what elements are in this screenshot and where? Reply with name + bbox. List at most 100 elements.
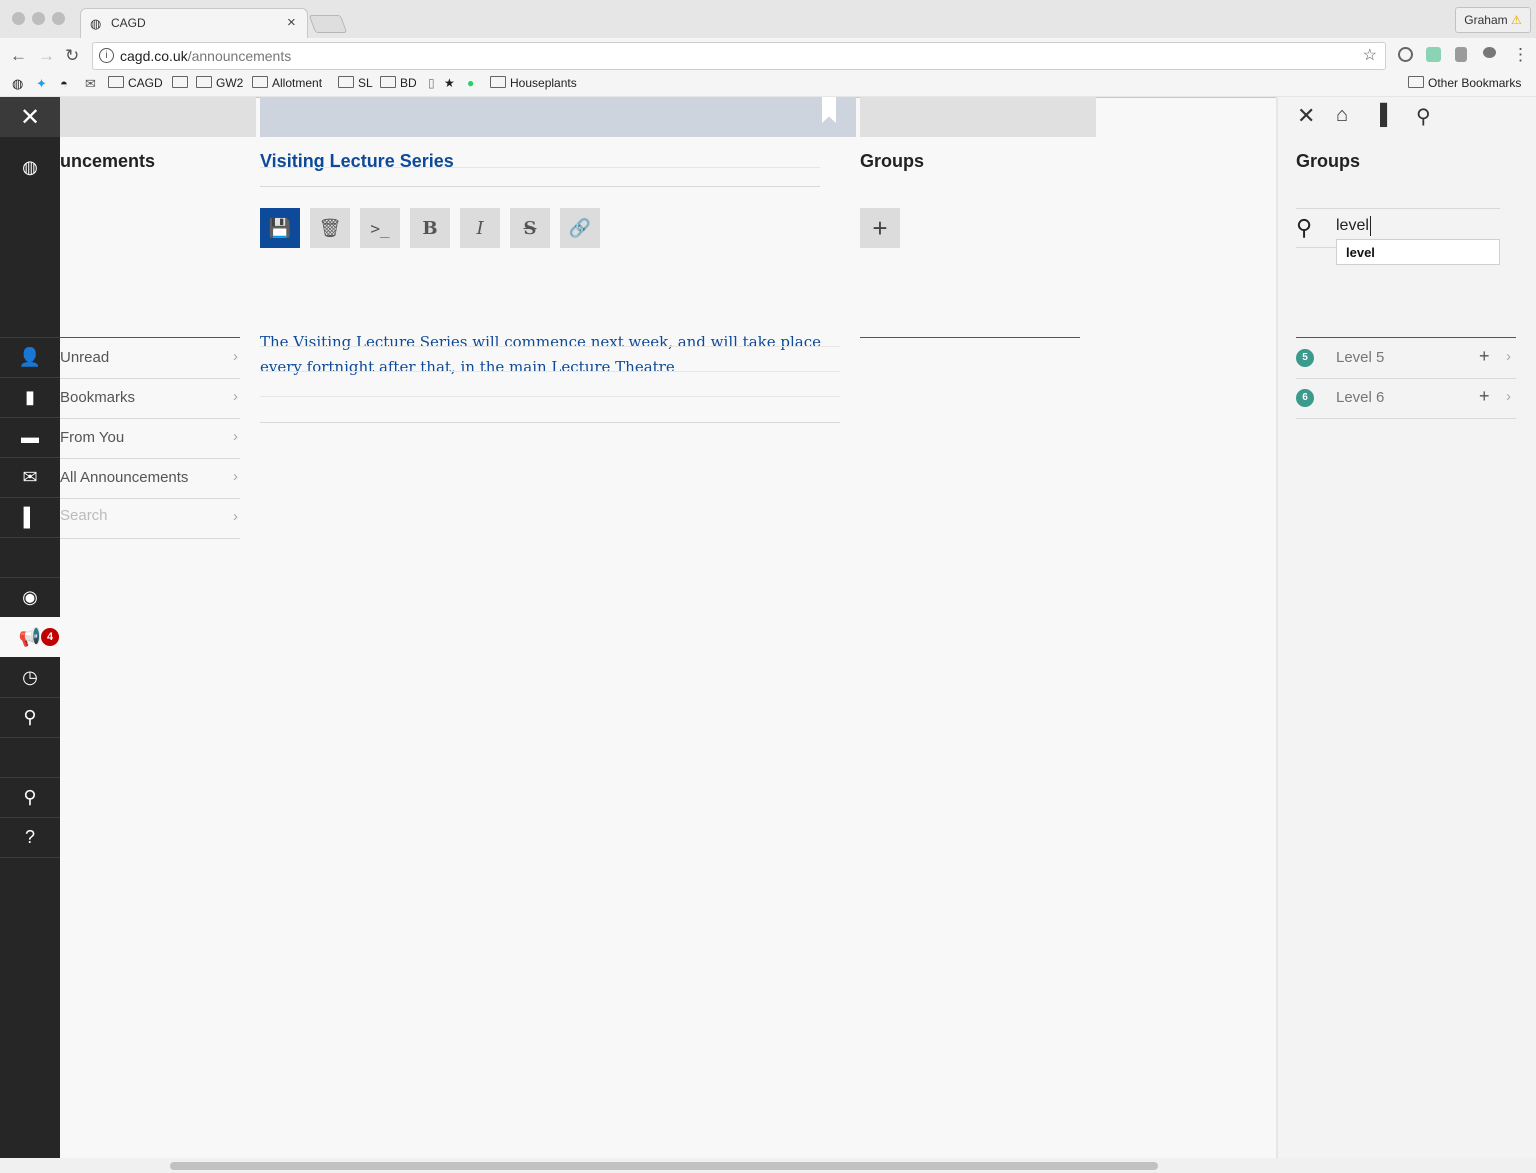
folder-icon — [380, 76, 396, 88]
info-icon[interactable]: i — [99, 48, 114, 63]
scrollbar-thumb[interactable] — [170, 1162, 1158, 1170]
link-button[interactable]: 🔗 — [560, 208, 600, 248]
forward-icon[interactable]: → — [38, 46, 55, 66]
clock-icon[interactable]: ◷ — [0, 657, 60, 697]
tab-close-icon[interactable]: × — [287, 14, 296, 31]
bookmark-icon[interactable]: ▌ — [0, 497, 60, 537]
group-number: 6 — [1296, 389, 1314, 407]
group-row-level-5[interactable]: 5 Level 5 + › — [1296, 338, 1516, 379]
menu-from-you[interactable]: From You › — [60, 418, 240, 459]
column-header-strip — [60, 97, 256, 137]
divider — [260, 396, 840, 397]
pin-icon[interactable]: ⚲ — [0, 697, 60, 737]
add-group-button[interactable]: + — [860, 208, 900, 248]
mail-icon[interactable]: ✉ — [0, 457, 60, 497]
bookmark-folder-cagd[interactable]: CAGD — [108, 76, 163, 90]
address-url: cagd.co.uk/announcements — [120, 48, 292, 64]
rail-divider — [0, 737, 60, 738]
bookmark-mail-icon[interactable]: ✉ — [85, 76, 96, 92]
close-icon[interactable]: ✕ — [0, 97, 60, 137]
browser-tab[interactable]: ◍ CAGD × — [80, 8, 308, 39]
extension-sync-icon[interactable] — [1398, 47, 1413, 62]
help-icon[interactable]: ? — [0, 817, 60, 857]
folder-icon — [338, 76, 354, 88]
bookmark-folder-bd[interactable]: BD — [380, 76, 417, 90]
divider — [860, 337, 1080, 338]
divider — [260, 186, 820, 187]
announcement-body[interactable]: The Visiting Lecture Series will commenc… — [260, 330, 840, 380]
folder-icon — [490, 76, 506, 88]
tab-title: CAGD — [111, 16, 146, 30]
chevron-right-icon[interactable]: › — [1506, 348, 1511, 365]
globe-icon[interactable]: ◉ — [0, 577, 60, 617]
group-row-level-6[interactable]: 6 Level 6 + › — [1296, 378, 1516, 419]
bookmark-site-icon[interactable]: ◍ — [12, 76, 23, 92]
bold-button[interactable]: B — [410, 208, 450, 248]
twitter-icon[interactable]: ✦ — [36, 76, 47, 92]
chevron-right-icon: › — [233, 468, 238, 485]
home-icon[interactable]: ⌂ — [1336, 104, 1348, 127]
divider — [260, 167, 820, 168]
chevron-right-icon[interactable]: › — [1506, 388, 1511, 405]
bookmark-folder-blank[interactable] — [172, 76, 192, 90]
profile-button[interactable]: Graham ⚠ — [1455, 7, 1531, 33]
bookmark-ribbon-icon[interactable] — [822, 97, 836, 123]
close-panel-icon[interactable]: ✕ — [1297, 103, 1315, 129]
save-button[interactable]: 💾 — [260, 208, 300, 248]
browser-chrome: ◍ CAGD × Graham ⚠ ← → ↻ i cagd.co.uk/ann… — [0, 0, 1536, 98]
bookmark-folder-sl[interactable]: SL — [338, 76, 373, 90]
menu-bookmarks[interactable]: Bookmarks › — [60, 378, 240, 419]
group-number: 5 — [1296, 349, 1314, 367]
bookmark-icon[interactable]: ▌ — [1380, 104, 1394, 127]
address-bar[interactable]: i cagd.co.uk/announcements ☆ — [92, 42, 1386, 70]
whatsapp-icon[interactable]: ● — [467, 76, 474, 90]
announcement-title[interactable]: Visiting Lecture Series — [260, 151, 454, 172]
horizontal-scrollbar[interactable] — [0, 1158, 1536, 1173]
bookmark-helmet-icon[interactable]: ◓ — [60, 76, 68, 91]
code-button[interactable]: >_ — [360, 208, 400, 248]
other-bookmarks[interactable]: Other Bookmarks — [1408, 76, 1521, 90]
reload-icon[interactable]: ↻ — [65, 46, 79, 66]
logo-icon[interactable]: ◍ — [0, 147, 60, 187]
bookmark-folder-gw2[interactable]: GW2 — [196, 76, 243, 90]
bookmark-folder-houseplants[interactable]: Houseplants — [490, 76, 577, 90]
warning-icon: ⚠ — [1510, 13, 1522, 27]
chevron-right-icon: › — [233, 508, 238, 525]
group-search-input[interactable]: level — [1336, 216, 1371, 236]
bookmark-folder-allotment[interactable]: Allotment — [252, 76, 322, 90]
suggestion-text: level — [1346, 245, 1375, 260]
menu-unread[interactable]: Unread › — [60, 338, 240, 379]
back-icon[interactable]: ← — [10, 46, 27, 66]
user-icon[interactable]: 👤 — [0, 337, 60, 377]
bookmark-page-icon[interactable]: ▯ — [428, 76, 435, 90]
group-name: Level 5 — [1336, 349, 1385, 366]
extension-lock-icon[interactable] — [1455, 47, 1467, 62]
add-icon[interactable]: + — [1479, 346, 1490, 367]
bookmarks-icon[interactable]: ▮ — [0, 377, 60, 417]
add-icon[interactable]: + — [1479, 386, 1490, 407]
window-minimize-button[interactable] — [32, 12, 45, 25]
new-tab-button[interactable] — [308, 15, 348, 33]
browser-menu-icon[interactable]: ⋮ — [1512, 45, 1529, 65]
search-icon[interactable]: ⚲ — [0, 777, 60, 817]
extension-chat-icon[interactable] — [1483, 47, 1496, 58]
rail-divider — [0, 857, 60, 858]
window-zoom-button[interactable] — [52, 12, 65, 25]
folder-icon[interactable]: ▬ — [0, 417, 60, 457]
divider — [260, 371, 840, 372]
search-icon: ⚲ — [1296, 215, 1313, 240]
strikethrough-button[interactable]: S — [510, 208, 550, 248]
search-icon[interactable]: ⚲ — [1416, 104, 1431, 129]
menu-search[interactable]: Search › — [60, 498, 240, 539]
divider — [260, 346, 840, 347]
folder-icon — [196, 76, 212, 88]
menu-all-announcements[interactable]: All Announcements › — [60, 458, 240, 499]
search-suggestion[interactable]: level — [1336, 239, 1500, 265]
extension-green-icon[interactable] — [1426, 47, 1441, 62]
folder-icon — [252, 76, 268, 88]
bookmark-star[interactable]: ★ — [444, 76, 455, 90]
window-close-button[interactable] — [12, 12, 25, 25]
bookmark-star-icon[interactable]: ☆ — [1363, 45, 1377, 65]
italic-button[interactable]: I — [460, 208, 500, 248]
delete-button[interactable]: 🗑 — [310, 208, 350, 248]
